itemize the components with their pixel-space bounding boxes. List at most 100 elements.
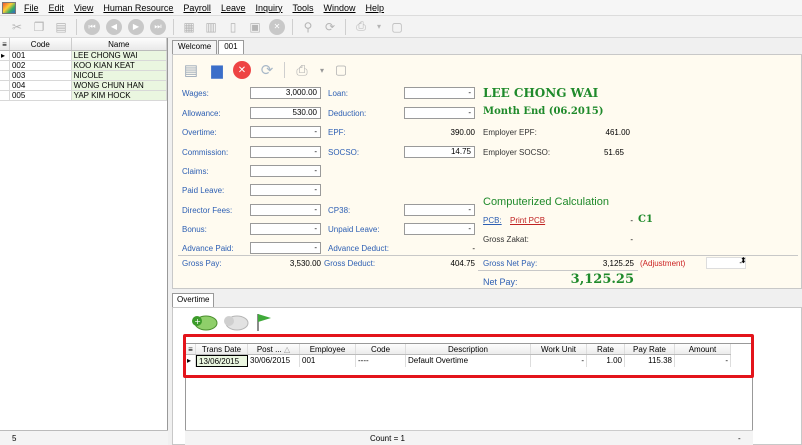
print-pcb-link[interactable]: Print PCB (510, 216, 545, 225)
delete-icon[interactable]: ✕ (269, 18, 285, 35)
menu-inquiry[interactable]: Inquiry (250, 3, 287, 13)
add-overtime-icon[interactable]: + (190, 312, 218, 332)
save-icon[interactable]: ▣ (247, 19, 263, 35)
advance-deduct-value: - (472, 244, 475, 253)
current-row-indicator-icon: ▸ (0, 51, 10, 60)
remove-overtime-icon[interactable] (222, 312, 250, 332)
menu-file[interactable]: File (19, 3, 44, 13)
cancel-icon[interactable]: ✕ (233, 61, 251, 79)
menu-human-resource[interactable]: Human Resource (98, 3, 178, 13)
employer-epf-label: Employer EPF: (483, 128, 537, 137)
allowance-field[interactable]: 530.00 (250, 107, 321, 119)
gross-net-pay-label: Gross Net Pay: (483, 259, 538, 268)
toolbar-divider (173, 18, 174, 35)
gross-pay-value: 3,530.00 (289, 259, 321, 268)
adjustment-label: (Adjustment) (640, 259, 686, 268)
table-row[interactable]: 004 WONG CHUN HAN (0, 81, 167, 91)
advance-deduct-label: Advance Deduct: (328, 244, 389, 253)
chevron-down-icon[interactable]: ▾ (318, 62, 326, 78)
deduction-label: Deduction: (328, 109, 367, 118)
save-icon[interactable]: ▆ (207, 60, 227, 80)
search-icon[interactable]: ⚲ (300, 19, 316, 35)
copy-icon[interactable]: ❐ (31, 19, 47, 35)
table-row[interactable]: 003 NICOLE (0, 71, 167, 81)
paid-leave-field[interactable]: - (250, 184, 321, 196)
deduction-field[interactable]: - (404, 107, 475, 119)
chevron-down-icon[interactable]: ▾ (375, 19, 383, 35)
spinner-arrows-icon[interactable]: ⬍ (740, 256, 747, 265)
menu-leave[interactable]: Leave (216, 3, 251, 13)
main-toolbar: ✂ ❐ ▤ ⏮ ◀ ▶ ⏭ ▦ ▥ ▯ ▣ ✕ ⚲ ⟳ ⎙ ▾ ▢ (0, 16, 802, 38)
app-logo-icon (2, 1, 16, 14)
advance-paid-field[interactable]: - (250, 242, 321, 254)
next-record-icon[interactable]: ▶ (128, 18, 144, 35)
employee-name: WONG CHUN HAN (71, 81, 167, 90)
first-record-icon[interactable]: ⏮ (84, 18, 100, 35)
menu-tools[interactable]: Tools (287, 3, 318, 13)
print-preview-icon[interactable]: ▢ (332, 61, 350, 79)
menu-window[interactable]: Window (319, 3, 361, 13)
print-preview-icon[interactable]: ▢ (389, 19, 405, 35)
employee-name: YAP KIM HOCK (71, 91, 167, 100)
overtime-field[interactable]: - (250, 126, 321, 138)
refresh-icon[interactable]: ⟳ (322, 19, 338, 35)
toolbar-divider (292, 18, 293, 35)
cp38-label: CP38: (328, 206, 351, 215)
cut-icon[interactable]: ✂ (9, 19, 25, 35)
paste-icon[interactable]: ▤ (53, 19, 69, 35)
new-icon[interactable]: ▦ (181, 19, 197, 35)
commission-field[interactable]: - (250, 146, 321, 158)
last-record-icon[interactable]: ⏭ (150, 18, 166, 35)
loan-field[interactable]: - (404, 87, 475, 99)
bonus-field[interactable]: - (250, 223, 321, 235)
grid-menu-icon[interactable]: ≡ (0, 38, 10, 50)
table-row[interactable]: ▸ 001 LEE CHONG WAI (0, 51, 167, 61)
employee-code: 005 (10, 91, 72, 100)
tab-001[interactable]: 001 (218, 40, 244, 54)
column-header-name[interactable]: Name (72, 38, 167, 50)
previous-record-icon[interactable]: ◀ (106, 18, 122, 35)
menu-help[interactable]: Help (361, 3, 390, 13)
table-row[interactable]: 005 YAP KIM HOCK (0, 91, 167, 101)
unpaid-leave-field[interactable]: - (404, 223, 475, 235)
gross-zakat-label: Gross Zakat: (483, 235, 529, 244)
tab-overtime[interactable]: Overtime (172, 293, 215, 307)
print-icon[interactable]: ⎙ (353, 19, 369, 35)
allowance-label: Allowance: (182, 109, 221, 118)
employee-count: 5 (12, 433, 17, 443)
edit-icon[interactable]: ▥ (203, 19, 219, 35)
employee-code: 002 (10, 61, 72, 70)
document-icon[interactable]: ▯ (225, 19, 241, 35)
employee-code: 004 (10, 81, 72, 90)
print-icon[interactable]: ⎙ (292, 60, 312, 80)
highlight-annotation (183, 334, 754, 378)
epf-value: 390.00 (450, 128, 475, 137)
net-pay-label: Net Pay: (483, 277, 518, 287)
net-divider (478, 270, 638, 271)
gross-deduct-value: 404.75 (450, 259, 475, 268)
cp38-field[interactable]: - (404, 204, 475, 216)
wages-field[interactable]: 3,000.00 (250, 87, 321, 99)
flag-icon[interactable] (254, 312, 274, 332)
table-row[interactable]: 002 KOO KIAN KEAT (0, 61, 167, 71)
employee-code: 003 (10, 71, 72, 80)
menu-view[interactable]: View (69, 3, 98, 13)
toolbar-divider (345, 18, 346, 35)
net-pay-value: 3,125.25 (570, 272, 634, 287)
refresh-icon[interactable]: ⟳ (257, 60, 277, 80)
tab-welcome[interactable]: Welcome (172, 40, 218, 54)
menu-payroll[interactable]: Payroll (178, 3, 216, 13)
director-fees-field[interactable]: - (250, 204, 321, 216)
computerized-calculation: Computerized Calculation (483, 196, 609, 208)
wages-label: Wages: (182, 89, 209, 98)
pcb-label[interactable]: PCB: (483, 216, 502, 225)
epf-label: EPF: (328, 128, 346, 137)
column-header-code[interactable]: Code (10, 38, 72, 50)
claims-field[interactable]: - (250, 165, 321, 177)
row-selector (0, 71, 10, 80)
row-count: Count = 1 (370, 434, 405, 443)
edit-record-icon[interactable]: ▤ (181, 60, 201, 80)
socso-field[interactable]: 14.75 (404, 146, 475, 158)
menu-edit[interactable]: Edit (44, 3, 70, 13)
row-selector (0, 91, 10, 100)
